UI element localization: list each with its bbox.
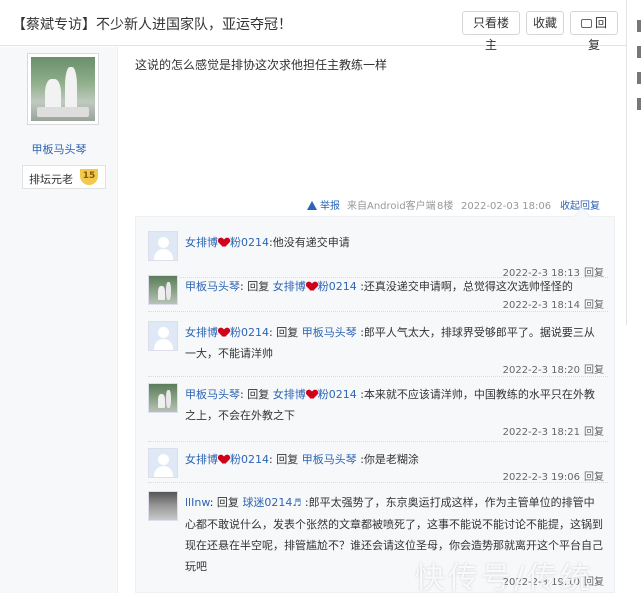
reply-meta: 2022-2-3 18:21 回复 bbox=[503, 423, 604, 438]
reply-meta: 2022-2-3 18:14 回复 bbox=[503, 296, 604, 311]
reply-target-link[interactable]: 球迷0214♬ bbox=[242, 496, 301, 509]
author-name[interactable]: 甲板马头琴 bbox=[0, 141, 118, 157]
reply-content: :他没有递交申请 bbox=[269, 236, 350, 249]
reply-time: 2022-2-3 18:21 bbox=[502, 427, 580, 438]
reply-text: 女排博 粉0214: 回复 甲板马头琴 :你是老糊涂 bbox=[185, 449, 603, 470]
reply-user-link[interactable]: llInw bbox=[185, 496, 210, 509]
warning-icon bbox=[307, 201, 317, 210]
reply-user-link[interactable]: 甲板马头琴 bbox=[185, 388, 240, 401]
reply-text: 女排博 粉0214:他没有递交申请 bbox=[185, 232, 603, 253]
heart-icon bbox=[219, 238, 229, 247]
sidebar-edge-mark bbox=[637, 46, 641, 58]
heart-icon bbox=[219, 328, 229, 337]
reply-time: 2022-2-3 18:14 bbox=[502, 300, 580, 311]
reply-prefix: : 回复 bbox=[269, 453, 302, 466]
avatar[interactable] bbox=[148, 275, 178, 305]
report-label: 举报 bbox=[320, 201, 340, 212]
rank-label: 排坛元老 bbox=[29, 173, 73, 186]
reply-user: 女排博 bbox=[185, 326, 218, 339]
avatar[interactable] bbox=[27, 53, 99, 125]
reply-target-link[interactable]: 女排博 粉0214 bbox=[273, 280, 357, 293]
list-item: 女排博 粉0214: 回复 甲板马头琴 :郎平人气太大，排球界受够郎平了。据说要三… bbox=[148, 321, 608, 381]
reply-target-suffix: 粉0214 bbox=[317, 280, 357, 293]
post-source[interactable]: 来自Android客户端 bbox=[347, 200, 436, 214]
report-link[interactable]: 举报 bbox=[307, 200, 340, 214]
avatar[interactable] bbox=[148, 383, 178, 413]
divider-line bbox=[148, 311, 608, 312]
favorite-button[interactable]: 收藏 bbox=[526, 11, 564, 35]
divider-line bbox=[148, 376, 608, 377]
list-item: 甲板马头琴: 回复 女排博 粉0214 :本来就不应该请洋帅，中国教练的水平只在外… bbox=[148, 383, 608, 443]
reply-link[interactable]: 回复 bbox=[584, 365, 604, 376]
reply-list: 女排博 粉0214:他没有递交申请 2022-2-3 18:13 回复 甲板马头琴:… bbox=[135, 207, 615, 593]
post-date: 2022-02-03 18:06 bbox=[461, 201, 552, 212]
reply-button[interactable]: 回复 bbox=[570, 11, 618, 52]
heart-icon bbox=[219, 455, 229, 464]
divider bbox=[148, 311, 608, 312]
reply-target-link[interactable]: 甲板马头琴 bbox=[302, 453, 357, 466]
reply-text: 女排博 粉0214: 回复 甲板马头琴 :郎平人气太大，排球界受够郎平了。据说要三… bbox=[185, 322, 603, 364]
avatar[interactable] bbox=[148, 231, 178, 261]
avatar[interactable] bbox=[148, 321, 178, 351]
author-panel: 甲板马头琴 排坛元老 15 bbox=[0, 47, 118, 593]
divider bbox=[148, 482, 608, 483]
reply-prefix: : 回复 bbox=[240, 388, 273, 401]
statue-base bbox=[37, 107, 89, 117]
reply-user-link[interactable]: 女排博 粉0214 bbox=[185, 453, 269, 466]
reply-meta: 2022-2-3 18:20 回复 bbox=[503, 361, 604, 376]
reply-user: 女排博 bbox=[185, 453, 218, 466]
reply-link[interactable]: 回复 bbox=[584, 300, 604, 311]
sidebar-edge bbox=[626, 0, 641, 325]
reply-content: :还真没递交申请啊，总觉得这次选帅怪怪的 bbox=[356, 280, 573, 293]
reply-link[interactable]: 回复 bbox=[584, 427, 604, 438]
reply-text: 甲板马头琴: 回复 女排博 粉0214 :还真没递交申请啊，总觉得这次选帅怪怪的 bbox=[185, 276, 603, 297]
reply-user-suffix: 粉0214 bbox=[230, 453, 269, 466]
avatar[interactable] bbox=[148, 491, 178, 521]
reply-target-suffix: 粉0214 bbox=[317, 388, 357, 401]
reply-content: :你是老糊涂 bbox=[356, 453, 419, 466]
thread-title: 【蔡斌专访】不少新人进国家队，亚运夺冠！ bbox=[12, 17, 292, 33]
divider-line bbox=[148, 482, 608, 483]
post-content: 这说的怎么感觉是排协这次求他担任主教练一样 bbox=[135, 58, 388, 72]
reply-target: 女排博 bbox=[272, 280, 306, 293]
only-op-button[interactable]: 只看楼主 bbox=[462, 11, 520, 52]
reply-meta: 2022-2-3 19:06 回复 bbox=[503, 468, 604, 483]
sidebar-edge-mark bbox=[637, 72, 641, 84]
avatar-image bbox=[31, 57, 95, 121]
reply-user-suffix: 粉0214 bbox=[230, 326, 269, 339]
reply-user-suffix: 粉0214 bbox=[230, 236, 269, 249]
reply-user-link[interactable]: 甲板马头琴 bbox=[185, 280, 240, 293]
divider bbox=[148, 441, 608, 442]
reply-time: 2022-2-3 18:20 bbox=[502, 365, 580, 376]
avatar[interactable] bbox=[148, 448, 178, 478]
list-item: 女排博 粉0214:他没有递交申请 2022-2-3 18:13 回复 bbox=[148, 231, 608, 279]
reply-target: 女排博 bbox=[272, 388, 306, 401]
reply-target: 球迷0214 bbox=[242, 496, 293, 509]
list-item: 女排博 粉0214: 回复 甲板马头琴 :你是老糊涂 2022-2-3 19:06… bbox=[148, 448, 608, 492]
reply-user-link[interactable]: 女排博 粉0214 bbox=[185, 326, 269, 339]
sidebar-edge-mark bbox=[637, 98, 641, 110]
level-badge: 15 bbox=[80, 169, 98, 185]
reply-target-link[interactable]: 女排博 粉0214 bbox=[273, 388, 357, 401]
divider-line bbox=[148, 441, 608, 442]
thread-header: 【蔡斌专访】不少新人进国家队，亚运夺冠！ 只看楼主 收藏 回复 bbox=[0, 0, 626, 52]
heart-icon bbox=[307, 390, 317, 399]
heart-icon bbox=[307, 282, 317, 291]
reply-prefix: : 回复 bbox=[209, 496, 243, 509]
reply-text: 甲板马头琴: 回复 女排博 粉0214 :本来就不应该请洋帅，中国教练的水平只在外… bbox=[185, 384, 603, 426]
reply-prefix: : 回复 bbox=[269, 326, 302, 339]
reply-user-link[interactable]: 女排博 粉0214 bbox=[185, 236, 269, 249]
list-item: 甲板马头琴: 回复 女排博 粉0214 :还真没递交申请啊，总觉得这次选帅怪怪的 … bbox=[148, 275, 608, 319]
post-floor: 8楼 bbox=[437, 201, 454, 212]
divider bbox=[148, 376, 608, 377]
sidebar-edge-mark bbox=[637, 20, 641, 32]
reply-prefix: : 回复 bbox=[240, 280, 273, 293]
comment-icon bbox=[580, 19, 592, 28]
reply-target-link[interactable]: 甲板马头琴 bbox=[302, 326, 357, 339]
reply-user: 女排博 bbox=[185, 236, 218, 249]
rank-badge[interactable]: 排坛元老 15 bbox=[22, 165, 106, 189]
watermark: 快传号/传统 bbox=[415, 561, 594, 593]
